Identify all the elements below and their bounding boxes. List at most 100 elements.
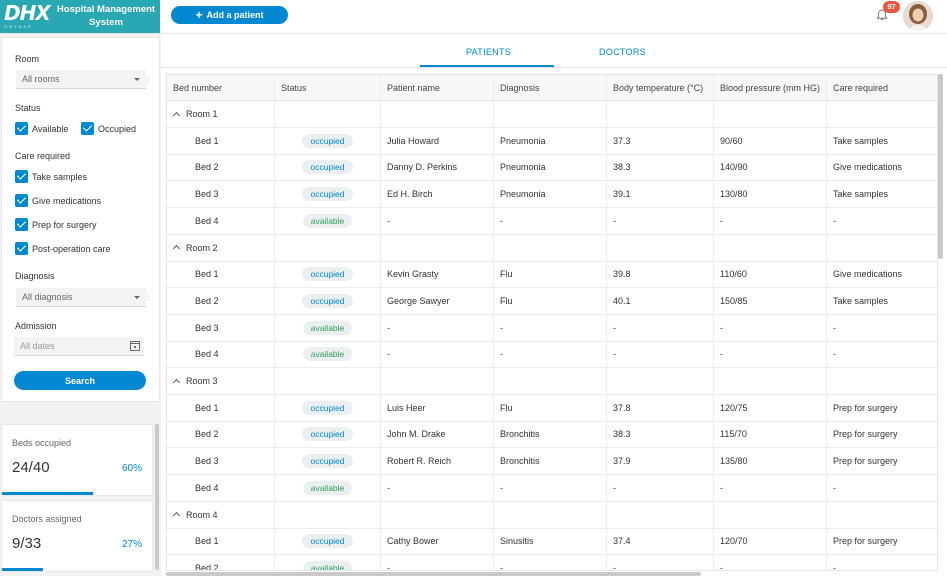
status-cell: occupied [275, 448, 381, 475]
blood-pressure-cell: 120/75 [714, 394, 827, 421]
status-cell: occupied [275, 287, 381, 314]
room-group-row[interactable]: Room 3 [167, 368, 937, 395]
diagnosis-select[interactable]: All diagnosis [16, 288, 146, 307]
column-header-body-temperature[interactable]: Body temperature (°C) [607, 75, 714, 100]
table-row[interactable]: Bed 4 available - - - - - [167, 207, 937, 235]
bed-number-cell: Bed 4 [167, 474, 275, 501]
chevron-up-icon[interactable] [172, 378, 181, 386]
table-row[interactable]: Bed 4 available - - - - - [167, 474, 937, 502]
table-row[interactable]: Bed 2 available - - - - - [167, 554, 937, 570]
grid-horizontal-scrollbar[interactable] [166, 572, 701, 576]
diagnosis-cell: Pneumonia [494, 154, 607, 181]
diagnosis-cell: Flu [494, 287, 607, 314]
body-temperature-cell: 37.3 [607, 127, 714, 154]
grid-vertical-scrollbar[interactable] [938, 74, 943, 259]
table-row[interactable]: Bed 1 occupied Julia Howard Pneumonia 37.3 90… [167, 127, 937, 155]
column-header-care-required[interactable]: Care required [827, 75, 937, 100]
body-temperature-cell: 39.8 [607, 261, 714, 288]
column-header-bed-number[interactable]: Bed number [167, 75, 275, 100]
checkbox-checked-icon [81, 122, 94, 135]
care-required-cell: - [827, 208, 937, 234]
room-group-row[interactable]: Room 1 [167, 101, 937, 128]
checkbox-checked-icon [15, 170, 28, 183]
checkbox-label: Available [32, 123, 69, 134]
care-give-medications-checkbox[interactable]: Give medications [15, 194, 101, 207]
column-header-blood-pressure[interactable]: Blood pressure (mm HG) [714, 75, 827, 100]
table-row[interactable]: Bed 3 occupied Ed H. Birch Pneumonia 39.1 130… [167, 181, 937, 209]
checkbox-label: Prep for surgery [32, 219, 97, 230]
table-row[interactable]: Bed 3 occupied Robert R. Reich Bronchitis 37… [167, 448, 937, 476]
care-required-cell: - [827, 341, 937, 367]
status-available-checkbox[interactable]: Available [15, 122, 68, 135]
tab-doctors[interactable]: DOCTORS [599, 47, 646, 57]
table-row[interactable]: Bed 2 occupied George Sawyer Flu 40.1 150/85 T… [167, 287, 937, 315]
care-take-samples-checkbox[interactable]: Take samples [15, 170, 87, 183]
bed-number-cell: Bed 2 [167, 154, 275, 181]
status-occupied-checkbox[interactable]: Occupied [81, 122, 136, 135]
empty-cell [275, 234, 381, 261]
bed-number-cell: Bed 3 [167, 448, 275, 475]
left-scrollbar[interactable] [155, 424, 159, 570]
search-button[interactable]: Search [14, 371, 146, 390]
chevron-up-icon[interactable] [172, 111, 181, 119]
status-cell: occupied [275, 154, 381, 181]
care-prep-surgery-checkbox[interactable]: Prep for surgery [15, 218, 97, 231]
patient-name-cell: Danny D. Perkins [381, 154, 494, 181]
body-temperature-cell: 37.9 [607, 448, 714, 475]
chevron-up-icon[interactable] [172, 511, 181, 520]
tab-patients[interactable]: PATIENTS [466, 47, 511, 57]
status-badge: available [302, 347, 353, 362]
stat-value: 24/40 [12, 459, 50, 476]
checkbox-checked-icon [15, 218, 28, 231]
table-row[interactable]: Bed 3 available - - - - - [167, 314, 937, 342]
blood-pressure-cell: - [714, 554, 827, 570]
calendar-icon[interactable] [130, 341, 140, 351]
doctors-assigned-card: Doctors assigned 9/33 27% [1, 500, 153, 572]
status-badge: occupied [302, 267, 353, 282]
stat-percent: 60% [121, 463, 142, 474]
empty-cell [714, 234, 827, 261]
table-row[interactable]: Bed 1 occupied Luis Heer Flu 37.8 120/75 Prep … [167, 394, 937, 422]
blood-pressure-cell: - [714, 207, 827, 234]
column-header-diagnosis[interactable]: Diagnosis [494, 75, 607, 100]
table-row[interactable]: Bed 1 occupied Kevin Grasty Flu 39.8 110/60 Gi… [167, 261, 937, 289]
grid-header: Bed number Status Patient name Diagnosis Bod… [167, 75, 937, 101]
room-select-value: All rooms [22, 74, 60, 84]
patient-name-cell: Robert R. Reich [381, 448, 494, 475]
patient-name-cell: - [381, 474, 494, 501]
empty-cell [714, 368, 827, 394]
admission-date-input[interactable]: All dates [14, 337, 144, 356]
table-row[interactable]: Bed 1 occupied Cathy Bower Sinusitis 37.4 120… [167, 528, 937, 556]
user-avatar[interactable] [903, 1, 933, 31]
room-select[interactable]: All rooms [16, 70, 146, 89]
table-row[interactable]: Bed 2 occupied Danny D. Perkins Pneumonia 38… [167, 154, 937, 182]
status-badge: available [302, 213, 353, 228]
table-row[interactable]: Bed 2 occupied John M. Drake Bronchitis 38.3… [167, 421, 937, 449]
column-header-status[interactable]: Status [275, 75, 381, 100]
status-cell: occupied [275, 181, 381, 208]
room-group-row[interactable]: Room 4 [167, 501, 937, 529]
diagnosis-filter-label: Diagnosis [15, 271, 55, 281]
care-post-operation-checkbox[interactable]: Post-operation care [15, 242, 111, 255]
table-row[interactable]: Bed 4 available - - - - - [167, 341, 937, 369]
care-required-cell: - [827, 555, 937, 570]
diagnosis-select-value: All diagnosis [22, 292, 73, 302]
stat-progress-bar [2, 492, 94, 495]
room-group-cell: Room 2 [167, 234, 275, 261]
dhx-logo: DHX ONTHAP [4, 2, 51, 30]
bed-number-cell: Bed 1 [167, 261, 275, 288]
column-header-patient-name[interactable]: Patient name [381, 75, 494, 100]
status-badge: occupied [302, 454, 353, 469]
diagnosis-cell: - [494, 474, 607, 501]
stat-percent: 27% [121, 539, 142, 550]
blood-pressure-cell: 140/90 [714, 154, 827, 181]
patient-name-cell: Cathy Bower [381, 528, 494, 555]
admission-date-placeholder: All dates [20, 341, 55, 351]
care-required-cell: Take samples [827, 128, 937, 154]
stat-progress-bar [2, 568, 44, 571]
tab-bar: PATIENTS DOCTORS [161, 34, 947, 68]
add-patient-button[interactable]: + Add a patient [171, 6, 288, 24]
status-cell: occupied [275, 261, 381, 288]
room-group-row[interactable]: Room 2 [167, 234, 937, 262]
chevron-up-icon[interactable] [172, 244, 181, 253]
